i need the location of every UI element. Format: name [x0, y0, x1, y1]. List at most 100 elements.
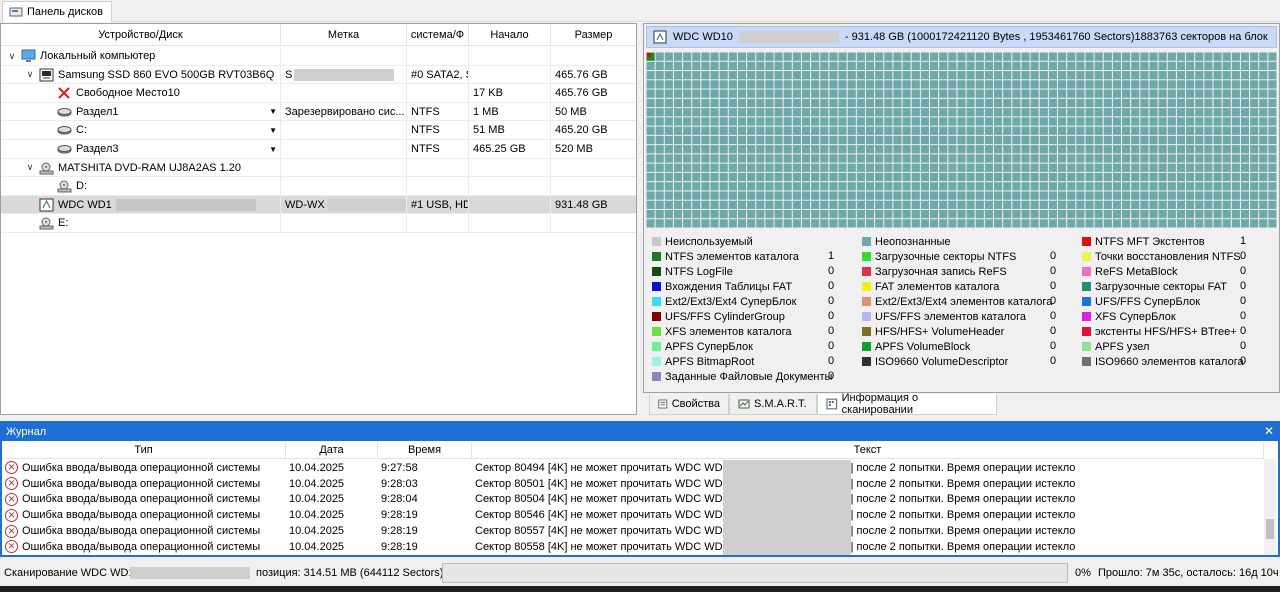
disk-block[interactable] [1076, 89, 1085, 98]
disk-block[interactable] [1213, 71, 1222, 80]
disk-block[interactable] [1250, 71, 1259, 80]
disk-block[interactable] [920, 117, 929, 126]
disk-block[interactable] [801, 163, 811, 172]
disk-block[interactable] [893, 163, 902, 172]
disk-block[interactable] [911, 135, 920, 145]
disk-block[interactable] [683, 200, 692, 209]
disk-block[interactable] [737, 117, 747, 126]
disk-block[interactable] [719, 209, 728, 219]
disk-block[interactable] [939, 200, 948, 209]
disk-block[interactable] [920, 135, 929, 145]
disk-block[interactable] [719, 182, 728, 191]
disk-block[interactable] [1103, 154, 1112, 163]
disk-block[interactable] [673, 219, 683, 228]
disk-block[interactable] [1058, 191, 1067, 200]
disk-block[interactable] [719, 172, 728, 182]
disk-block[interactable] [875, 209, 884, 219]
disk-block[interactable] [1131, 117, 1140, 126]
disk-block[interactable] [1085, 126, 1094, 135]
disk-block[interactable] [811, 135, 820, 145]
disk-block[interactable] [820, 172, 829, 182]
disk-block[interactable] [856, 145, 865, 154]
disk-block[interactable] [875, 108, 884, 117]
expand-caret-icon[interactable]: ∨ [7, 51, 17, 62]
disk-block[interactable] [655, 209, 664, 219]
disk-block[interactable] [747, 200, 756, 209]
disk-block[interactable] [692, 200, 701, 209]
disk-block[interactable] [1131, 80, 1140, 89]
disk-block[interactable] [1039, 200, 1048, 209]
disk-block[interactable] [957, 71, 966, 80]
disk-block[interactable] [1240, 163, 1250, 172]
disk-block[interactable] [1076, 108, 1085, 117]
disk-block[interactable] [747, 80, 756, 89]
disk-block[interactable] [683, 117, 692, 126]
disk-block[interactable] [1094, 145, 1103, 154]
disk-block[interactable] [1268, 200, 1277, 209]
disk-block[interactable] [683, 219, 692, 228]
journal-column-header-1[interactable]: Дата [286, 442, 378, 459]
scrollbar-thumb[interactable] [1266, 519, 1274, 539]
disk-block[interactable] [1003, 80, 1012, 89]
disk-block[interactable] [1204, 163, 1213, 172]
disk-block[interactable] [1167, 80, 1176, 89]
disk-block[interactable] [1039, 108, 1048, 117]
disk-block[interactable] [902, 172, 911, 182]
disk-block[interactable] [801, 126, 811, 135]
disk-block[interactable] [957, 108, 966, 117]
disk-block[interactable] [856, 154, 865, 163]
disk-block[interactable] [1158, 126, 1167, 135]
disk-block[interactable] [673, 209, 683, 219]
disk-block[interactable] [1094, 191, 1103, 200]
disk-block[interactable] [692, 191, 701, 200]
disk-block[interactable] [1222, 126, 1231, 135]
disk-block[interactable] [765, 135, 774, 145]
disk-block[interactable] [710, 219, 719, 228]
disk-block[interactable] [756, 219, 765, 228]
disk-block[interactable] [893, 126, 902, 135]
disk-block[interactable] [984, 117, 993, 126]
disk-block[interactable] [1012, 209, 1021, 219]
disk-block[interactable] [865, 163, 875, 172]
disk-block[interactable] [884, 135, 893, 145]
disk-block[interactable] [920, 200, 929, 209]
disk-block[interactable] [783, 163, 792, 172]
disk-block[interactable] [939, 71, 948, 80]
disk-block[interactable] [701, 80, 710, 89]
disk-block[interactable] [1103, 182, 1112, 191]
disk-block[interactable] [1067, 219, 1076, 228]
disk-block[interactable] [801, 209, 811, 219]
disk-block[interactable] [1259, 126, 1268, 135]
disk-block[interactable] [1131, 163, 1140, 172]
disk-block[interactable] [1012, 182, 1021, 191]
disk-block[interactable] [728, 191, 737, 200]
disk-block[interactable] [875, 135, 884, 145]
close-icon[interactable]: ✕ [1264, 424, 1274, 438]
disk-block[interactable] [856, 117, 865, 126]
disk-block[interactable] [838, 219, 847, 228]
disk-block[interactable] [683, 80, 692, 89]
disk-block[interactable] [820, 71, 829, 80]
disk-block[interactable] [1213, 108, 1222, 117]
disk-block[interactable] [1076, 200, 1085, 209]
disk-block[interactable] [884, 200, 893, 209]
disk-block[interactable] [847, 98, 856, 108]
disk-block[interactable] [774, 154, 783, 163]
disk-block[interactable] [1021, 117, 1030, 126]
disk-block[interactable] [747, 172, 756, 182]
disk-block[interactable] [1222, 172, 1231, 182]
disk-block[interactable] [820, 61, 829, 71]
disk-block[interactable] [1176, 172, 1186, 182]
disk-block[interactable] [701, 98, 710, 108]
disk-block[interactable] [984, 182, 993, 191]
disk-block[interactable] [1240, 172, 1250, 182]
disk-block[interactable] [646, 209, 655, 219]
disk-block[interactable] [756, 172, 765, 182]
disk-block[interactable] [1204, 126, 1213, 135]
disk-block[interactable] [1131, 89, 1140, 98]
disk-block[interactable] [692, 163, 701, 172]
disk-block[interactable] [683, 61, 692, 71]
disk-block[interactable] [692, 61, 701, 71]
disk-block[interactable] [1103, 89, 1112, 98]
disk-block[interactable] [756, 135, 765, 145]
